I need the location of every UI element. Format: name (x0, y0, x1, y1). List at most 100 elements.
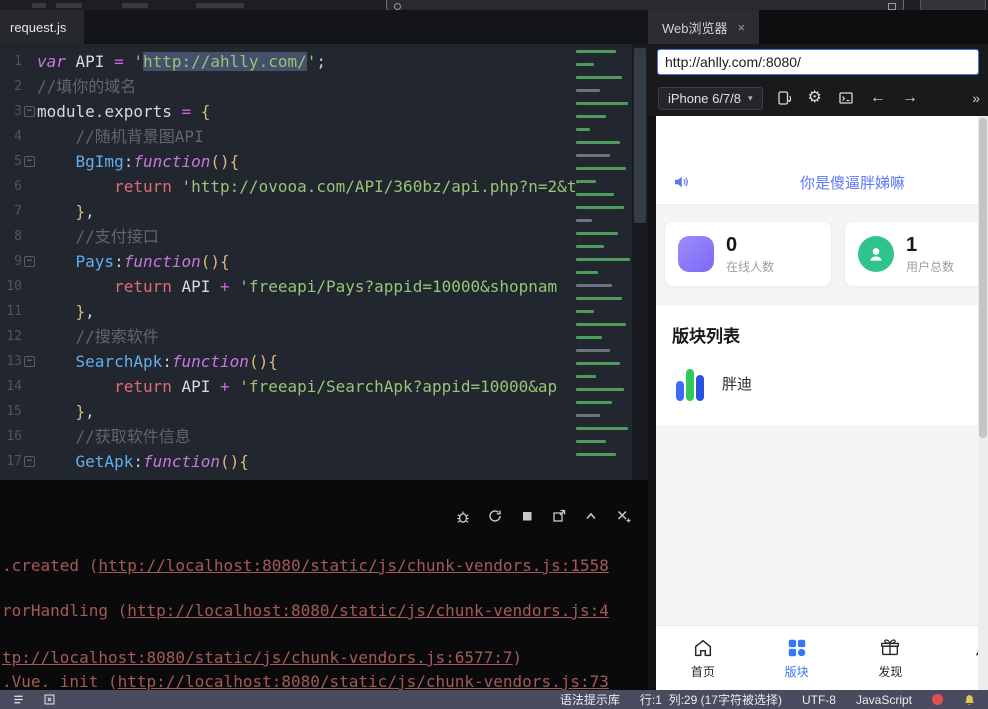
console-line: tp://localhost:8080/static/js/chunk-vend… (2, 646, 648, 670)
minimap-row (576, 50, 616, 53)
close-icon[interactable]: × (738, 20, 746, 35)
box-close-icon[interactable] (43, 693, 56, 706)
open-external-icon[interactable] (551, 508, 567, 524)
code-line: 8//支付接口 (0, 224, 578, 249)
collapse-icon[interactable] (583, 508, 599, 524)
fold-icon[interactable]: − (24, 256, 35, 267)
console-terminal-icon[interactable] (838, 90, 854, 106)
language-item[interactable]: JavaScript (856, 693, 912, 707)
gear-icon[interactable]: ⚙ (808, 90, 822, 106)
code-line: 11}, (0, 299, 578, 324)
board-section: 版块列表 胖迪 (656, 306, 978, 425)
refresh-icon[interactable] (487, 508, 503, 524)
minimap-row (576, 414, 600, 417)
notification-dot-icon[interactable] (932, 694, 943, 705)
minimap-row (576, 349, 610, 352)
search-filter-icon (888, 3, 896, 10)
minimap-row (576, 284, 612, 287)
app-window: request.js 1var API = 'http://ahlly.com/… (0, 0, 988, 709)
minimap[interactable] (576, 50, 630, 466)
fold-icon[interactable]: − (24, 156, 35, 167)
console-line: .created (http://localhost:8080/static/j… (2, 554, 648, 578)
stat-card-total: 1 用户总数 (845, 222, 978, 286)
nav-item-me[interactable]: 我 (937, 626, 978, 690)
toolbar-overflow-icon[interactable]: » (972, 90, 980, 106)
console-panel: .created (http://localhost:8080/static/j… (0, 480, 648, 690)
browser-preview: 你是傻逼胖娣嘛 0 在线人数 (656, 116, 978, 690)
code-lines[interactable]: 1var API = 'http://ahlly.com/';2//填你的域名3… (0, 44, 578, 480)
preview-scrollbar-thumb[interactable] (979, 118, 987, 438)
tab-request-js[interactable]: request.js (0, 10, 84, 44)
outline-list-icon[interactable] (12, 693, 25, 706)
cursor-position-item[interactable]: 行:1 列:29 (17字符被选择) (640, 691, 782, 708)
tab-label: request.js (10, 20, 66, 35)
minimap-row (576, 271, 598, 274)
device-select[interactable]: iPhone 6/7/8 ▾ (658, 87, 763, 110)
fold-icon[interactable]: − (24, 456, 35, 467)
stat-value: 0 (726, 234, 774, 256)
nav-item-boards[interactable]: 版块 (750, 626, 844, 690)
clear-close-icon[interactable] (615, 508, 632, 524)
forward-icon[interactable]: → (902, 90, 918, 106)
minimap-row (576, 76, 622, 79)
console-link[interactable]: http://localhost:8080/static/js/chunk-ve… (127, 601, 609, 620)
console-link[interactable]: http://localhost:8080/static/js/chunk-ve… (98, 556, 609, 575)
console-link[interactable]: http://localhost:8080/static/js/chunk-ve… (118, 672, 609, 690)
fold-icon[interactable]: − (24, 356, 35, 367)
toolbar-fragment (122, 3, 148, 8)
gift-icon (879, 637, 901, 659)
run-button[interactable] (920, 0, 986, 10)
board-logo-icon (672, 365, 708, 401)
browser-pane: Web浏览器 × iPhone 6/7/8 ▾ ⚙ ← → (648, 10, 988, 690)
minimap-row (576, 180, 596, 183)
code-line: 14return API + 'freeapi/SearchApk?appid=… (0, 374, 578, 399)
back-icon[interactable]: ← (870, 90, 886, 106)
minimap-row (576, 219, 592, 222)
toolbar-fragment (56, 3, 82, 8)
minimap-row (576, 115, 606, 118)
minimap-row (576, 245, 604, 248)
code-line: 16//获取软件信息 (0, 424, 578, 449)
code-line: 3−module.exports = { (0, 99, 578, 124)
tab-web-browser[interactable]: Web浏览器 × (648, 10, 759, 44)
minimap-row (576, 362, 620, 365)
stat-value: 1 (906, 234, 954, 256)
top-toolbar (0, 0, 988, 10)
minimap-row (576, 440, 606, 443)
url-input[interactable] (657, 49, 979, 75)
nav-item-discover[interactable]: 发现 (844, 626, 938, 690)
device-toolbar: iPhone 6/7/8 ▾ ⚙ ← → » (648, 80, 988, 116)
syntax-lib-item[interactable]: 语法提示库 (560, 691, 620, 708)
search-icon (394, 3, 401, 10)
minimap-row (576, 258, 630, 261)
notice-bar[interactable]: 你是傻逼胖娣嘛 (656, 160, 978, 204)
global-search-input[interactable] (386, 0, 904, 10)
device-label: iPhone 6/7/8 (668, 91, 741, 106)
editor-tabbar: request.js (0, 10, 648, 44)
minimap-row (576, 401, 612, 404)
tab-label: Web浏览器 (662, 18, 728, 37)
debug-icon[interactable] (455, 508, 471, 524)
editor-scrollbar-thumb[interactable] (634, 48, 646, 223)
menu-icon[interactable] (32, 3, 46, 8)
fold-icon[interactable]: − (24, 106, 35, 117)
code-line: 4//随机背景图API (0, 124, 578, 149)
console-line: .Vue._init (http://localhost:8080/static… (2, 670, 648, 690)
preview-scrollbar[interactable] (978, 116, 988, 690)
minimap-row (576, 154, 610, 157)
code-line: 13−SearchApk:function(){ (0, 349, 578, 374)
bell-icon[interactable] (963, 693, 976, 707)
code-line: 6return 'http://ovooa.com/API/360bz/api.… (0, 174, 578, 199)
home-icon (692, 637, 714, 659)
editor-scrollbar[interactable] (632, 44, 648, 480)
code-editor[interactable]: 1var API = 'http://ahlly.com/';2//填你的域名3… (0, 44, 648, 480)
board-list-item[interactable]: 胖迪 (672, 365, 978, 401)
encoding-item[interactable]: UTF-8 (802, 693, 836, 707)
rotate-device-icon[interactable] (776, 90, 792, 106)
nav-item-home[interactable]: 首页 (656, 626, 750, 690)
stop-icon[interactable] (519, 508, 535, 524)
minimap-row (576, 453, 616, 456)
board-name: 胖迪 (722, 373, 752, 394)
url-bar (648, 44, 988, 80)
console-link[interactable]: tp://localhost:8080/static/js/chunk-vend… (2, 648, 513, 667)
